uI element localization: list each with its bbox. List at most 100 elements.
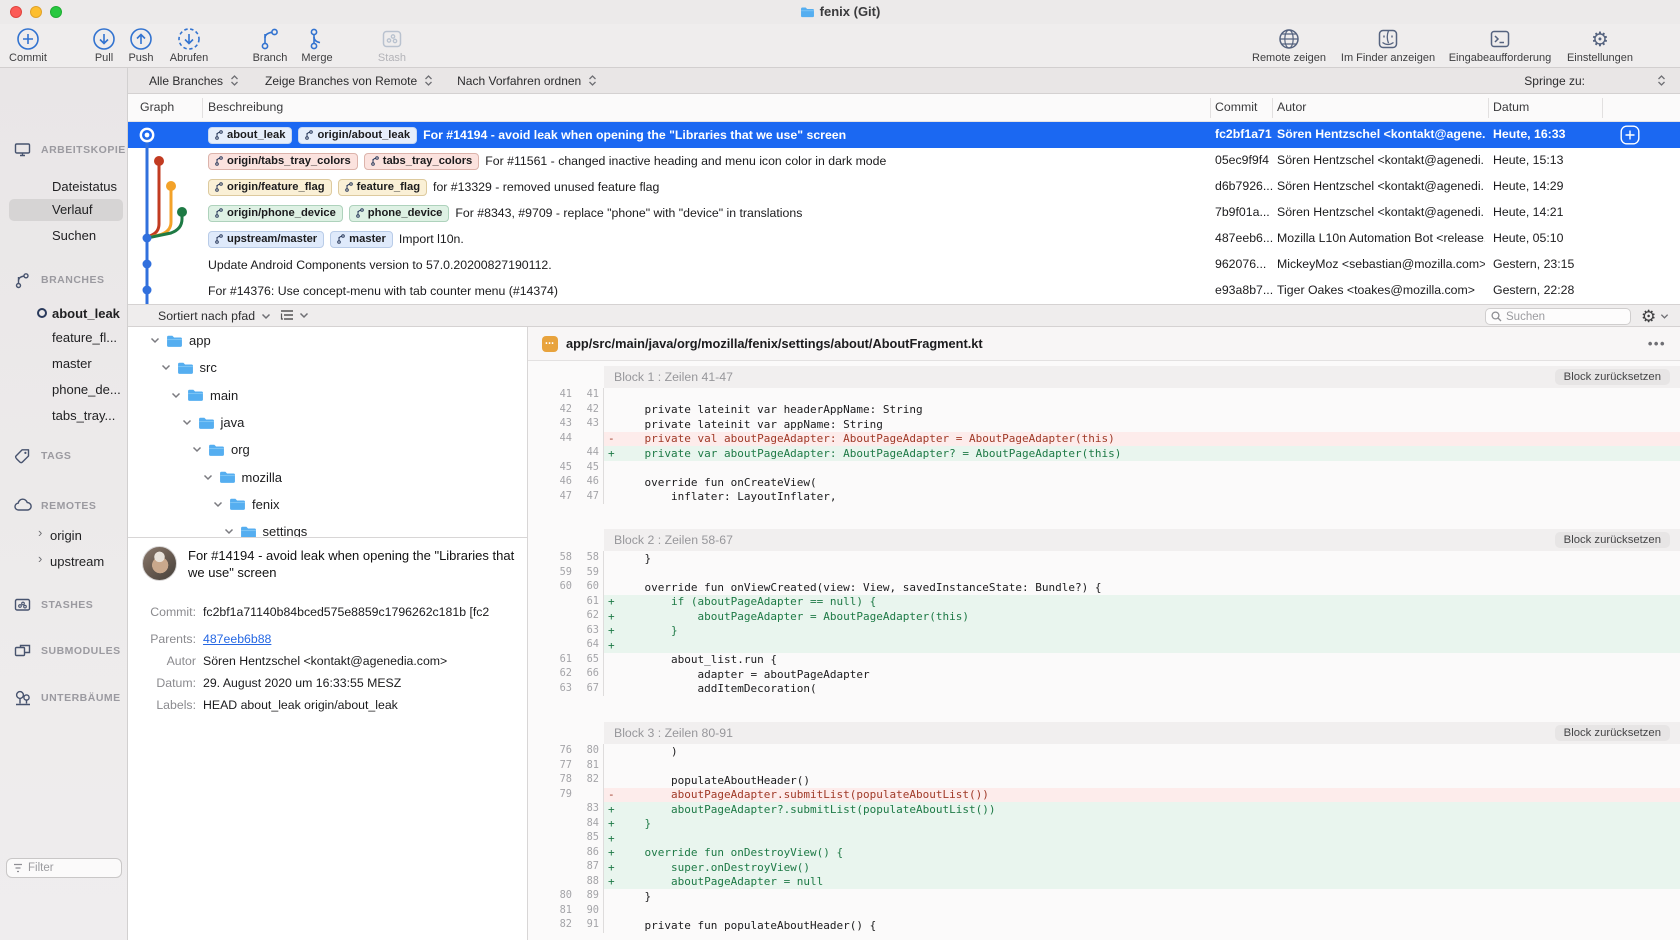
folder-icon <box>177 361 194 375</box>
sidebar-branch-master[interactable]: master <box>0 352 128 374</box>
tree-item-java[interactable]: java <box>128 409 527 436</box>
settings-button[interactable]: ⚙ Einstellungen <box>1540 26 1660 64</box>
diff-search-field[interactable] <box>1485 308 1631 325</box>
branch-icon <box>14 272 30 289</box>
remote-scope-select[interactable]: Zeige Branches von Remote <box>265 74 433 88</box>
branch-badge[interactable]: origin/about_leak <box>298 127 417 144</box>
branch-badge[interactable]: phone_device <box>349 205 450 222</box>
title-bar: fenix (Git) <box>0 0 1680 24</box>
updown-chevron-icon <box>230 75 239 86</box>
column-date[interactable]: Datum <box>1493 100 1529 114</box>
code-text: override fun onDestroyView() { <box>618 846 843 859</box>
tree-item-org[interactable]: org <box>128 436 527 463</box>
chevron-down-icon[interactable] <box>150 337 160 344</box>
tree-item-src[interactable]: src <box>128 354 527 381</box>
sidebar-item-search[interactable]: Suchen <box>0 224 128 246</box>
code-text: aboutPageAdapter?.submitList(populateAbo… <box>618 803 996 816</box>
chevron-down-icon[interactable] <box>161 364 171 371</box>
terminal-icon <box>1488 26 1512 52</box>
diff-options-dropdown[interactable]: ⚙ <box>1641 305 1669 328</box>
block-reset-button[interactable]: Block zurücksetzen <box>1555 725 1670 741</box>
commit-row[interactable]: origin/phone_devicephone_deviceFor #8343… <box>128 200 1680 226</box>
code-text: populateAboutHeader() <box>618 774 810 787</box>
section-remotes[interactable]: REMOTES <box>0 495 128 517</box>
commit-row[interactable]: origin/tabs_tray_colorstabs_tray_colorsF… <box>128 148 1680 174</box>
branch-badge[interactable]: master <box>330 231 393 248</box>
chevron-down-icon[interactable] <box>224 528 234 535</box>
sidebar-branch-tabs_tray[interactable]: tabs_tray... <box>0 404 128 426</box>
diff-marker: - <box>608 432 618 445</box>
line-number-new: 89 <box>572 889 599 904</box>
branch-badge[interactable]: feature_flag <box>338 179 427 196</box>
order-select[interactable]: Nach Vorfahren ordnen <box>457 74 597 88</box>
block-reset-button[interactable]: Block zurücksetzen <box>1555 369 1670 385</box>
commit-row[interactable]: For #14376: Use concept-menu with tab co… <box>128 278 1680 304</box>
view-options-dropdown[interactable] <box>280 309 309 321</box>
arrow-down-dashed-circle-icon <box>177 26 201 52</box>
more-menu-icon[interactable]: ••• <box>1648 336 1666 351</box>
chevron-down-icon[interactable] <box>182 419 192 426</box>
diff-marker: - <box>608 788 618 801</box>
stash-box-icon <box>14 597 31 612</box>
section-branches[interactable]: BRANCHES <box>0 269 128 291</box>
section-tags[interactable]: TAGS <box>0 445 128 467</box>
commit-row[interactable]: upstream/mastermasterImport l10n.487eeb6… <box>128 226 1680 252</box>
sidebar-branch-feature_fl[interactable]: feature_fl... <box>0 326 128 348</box>
commit-row[interactable]: origin/feature_flagfeature_flagfor #1332… <box>128 174 1680 200</box>
cloud-icon <box>14 498 32 512</box>
sidebar-remote-origin[interactable]: › origin <box>0 524 128 546</box>
tree-item-main[interactable]: main <box>128 382 527 409</box>
commit-row[interactable]: about_leakorigin/about_leakFor #14194 - … <box>128 122 1680 148</box>
sort-dropdown[interactable]: Sortiert nach pfad <box>158 309 271 323</box>
detail-field: Commit:fc2bf1a71140b84bced575e8859c17962… <box>128 605 527 625</box>
section-submodules[interactable]: SUBMODULES <box>0 640 128 662</box>
line-number-old: 47 <box>528 490 572 505</box>
branch-badge[interactable]: origin/tabs_tray_colors <box>208 153 358 170</box>
sidebar-item-file-status[interactable]: Dateistatus <box>0 175 128 197</box>
chevron-down-icon[interactable] <box>203 474 213 481</box>
diff-block: Block 3 : Zeilen 80-91Block zurücksetzen… <box>528 722 1680 933</box>
diff-search-input[interactable] <box>1506 311 1616 323</box>
column-commit[interactable]: Commit <box>1215 100 1257 114</box>
sidebar-item-history[interactable]: Verlauf <box>0 199 128 221</box>
commit-row[interactable]: Update Android Components version to 57.… <box>128 252 1680 278</box>
line-number-new: 46 <box>572 475 599 490</box>
branch-badge[interactable]: about_leak <box>208 127 292 144</box>
tree-item-app[interactable]: app <box>128 327 527 354</box>
line-number-new: 90 <box>572 904 599 919</box>
tree-item-settings[interactable]: settings <box>128 518 527 537</box>
sidebar-remote-upstream[interactable]: › upstream <box>0 550 128 572</box>
section-stashes[interactable]: STASHES <box>0 594 128 616</box>
branch-scope-select[interactable]: Alle Branches <box>149 74 239 88</box>
column-description[interactable]: Beschreibung <box>208 100 283 114</box>
chevron-down-icon[interactable] <box>171 392 181 399</box>
sidebar-filter-field[interactable] <box>6 858 122 878</box>
branch-badge[interactable]: origin/feature_flag <box>208 179 332 196</box>
chevron-down-icon <box>299 312 309 319</box>
sidebar-filter-input[interactable] <box>28 862 108 874</box>
sidebar-branch-about_leak[interactable]: about_leak <box>0 302 128 324</box>
chevron-down-icon[interactable] <box>213 501 223 508</box>
commit-author: Mozilla L10n Automation Bot <release... <box>1277 231 1485 245</box>
line-number-new: 59 <box>572 566 599 581</box>
branch-badge[interactable]: origin/phone_device <box>208 205 343 222</box>
chevron-down-icon[interactable] <box>192 446 202 453</box>
sidebar-branch-phone_de[interactable]: phone_de... <box>0 378 128 400</box>
branch-badge[interactable]: tabs_tray_colors <box>364 153 480 170</box>
branch-badge[interactable]: upstream/master <box>208 231 324 248</box>
add-branch-button[interactable] <box>1620 125 1640 145</box>
show-in-finder-button[interactable]: Im Finder anzeigen <box>1328 26 1448 64</box>
tree-item-mozilla[interactable]: mozilla <box>128 463 527 490</box>
column-graph[interactable]: Graph <box>140 100 174 114</box>
section-subtrees[interactable]: UNTERBÄUME <box>0 687 128 709</box>
jump-to-select[interactable]: Springe zu: <box>1524 74 1666 88</box>
column-author[interactable]: Autor <box>1277 100 1306 114</box>
line-number-new: 61 <box>572 595 599 610</box>
tree-item-fenix[interactable]: fenix <box>128 491 527 518</box>
parent-commit-link[interactable]: 487eeb6b88 <box>203 632 271 646</box>
block-reset-button[interactable]: Block zurücksetzen <box>1555 532 1670 548</box>
section-workspace[interactable]: ARBEITSKOPIE <box>0 139 128 161</box>
author-avatar <box>142 546 177 581</box>
commit-hash: e93a8b7... <box>1215 283 1273 297</box>
commit-date: Heute, 05:10 <box>1493 231 1598 245</box>
